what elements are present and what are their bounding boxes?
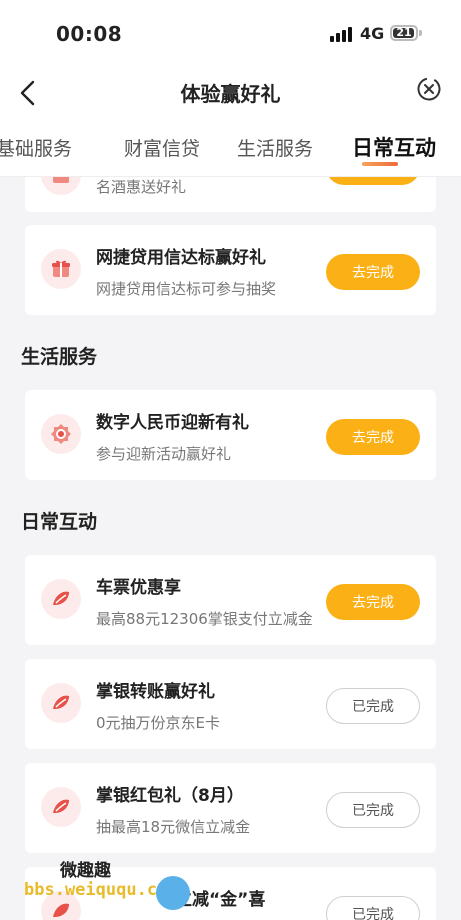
go-complete-button[interactable] bbox=[326, 177, 420, 185]
battery-icon: 21 bbox=[390, 25, 418, 41]
watermark-name: 微趣趣 bbox=[60, 861, 111, 881]
feather-icon bbox=[41, 579, 81, 619]
list-item: 掌银红包礼（8月） 抽最高18元微信立减金 已完成 bbox=[25, 763, 436, 853]
tab-wealth-credit[interactable]: 财富信贷 bbox=[124, 134, 200, 161]
list-item: 掌银转账赢好礼 0元抽万份京东E卡 已完成 bbox=[25, 659, 436, 749]
completed-button[interactable]: 已完成 bbox=[326, 792, 420, 828]
tab-basic-services[interactable]: 基础服务 bbox=[0, 134, 72, 161]
card-subtitle: 名酒惠送好礼 bbox=[96, 178, 187, 196]
tab-life-services[interactable]: 生活服务 bbox=[237, 134, 313, 161]
card-subtitle: 抽最高18元微信立减金 bbox=[96, 818, 251, 836]
card-title: 掌银转账赢好礼 bbox=[96, 682, 215, 702]
watermark-avatar-icon bbox=[156, 876, 190, 910]
card-subtitle: 网捷贷用信达标可参与抽奖 bbox=[96, 280, 277, 298]
feather-icon bbox=[41, 787, 81, 827]
completed-button[interactable]: 已完成 bbox=[326, 688, 420, 724]
nav-bar: 体验赢好礼 bbox=[0, 70, 461, 116]
go-complete-button[interactable]: 去完成 bbox=[326, 419, 420, 455]
signal-icon bbox=[330, 24, 352, 42]
medal-icon bbox=[41, 414, 81, 454]
battery-tip bbox=[419, 30, 422, 36]
list-item: 数字人民币迎新有礼 参与迎新活动赢好礼 去完成 bbox=[25, 390, 436, 480]
card-subtitle: 参与迎新活动赢好礼 bbox=[96, 445, 232, 463]
completed-button[interactable]: 已完成 bbox=[326, 896, 420, 920]
task-list: 名酒惠送好礼 网捷贷用信达标赢好礼 网捷贷用信达标可参与抽奖 去完成 生活服务 … bbox=[0, 177, 461, 920]
watermark: 微趣趣 bbs.weiququ.cn bbox=[24, 852, 324, 920]
go-complete-button[interactable]: 去完成 bbox=[326, 254, 420, 290]
close-icon[interactable] bbox=[416, 76, 442, 102]
go-complete-button[interactable]: 去完成 bbox=[326, 584, 420, 620]
network-label: 4G bbox=[360, 24, 385, 43]
section-title-life: 生活服务 bbox=[21, 346, 98, 368]
category-tabs: 基础服务 财富信贷 生活服务 日常互动 bbox=[0, 116, 461, 177]
list-item: 网捷贷用信达标赢好礼 网捷贷用信达标可参与抽奖 去完成 bbox=[25, 225, 436, 315]
gift-icon bbox=[41, 249, 81, 289]
section-title-daily: 日常互动 bbox=[21, 511, 98, 533]
card-subtitle: 0元抽万份京东E卡 bbox=[96, 714, 221, 732]
list-item: 车票优惠享 最高88元12306掌银支付立减金 去完成 bbox=[25, 555, 436, 645]
feather-icon bbox=[41, 683, 81, 723]
tab-active-indicator bbox=[362, 162, 398, 166]
page-title: 体验赢好礼 bbox=[180, 82, 281, 106]
card-title: 车票优惠享 bbox=[96, 578, 181, 598]
tab-daily-interaction[interactable]: 日常互动 bbox=[352, 132, 436, 162]
card-title: 掌银红包礼（8月） bbox=[96, 786, 244, 806]
battery-level: 21 bbox=[396, 26, 412, 39]
status-time: 00:08 bbox=[56, 22, 123, 46]
card-title: 网捷贷用信达标赢好礼 bbox=[96, 248, 266, 268]
gift-icon bbox=[41, 177, 81, 195]
status-bar: 00:08 4G 21 bbox=[0, 0, 461, 70]
card-title: 数字人民币迎新有礼 bbox=[96, 413, 249, 433]
card-subtitle: 最高88元12306掌银支付立减金 bbox=[96, 610, 313, 628]
list-item: 名酒惠送好礼 bbox=[25, 177, 436, 212]
watermark-url: bbs.weiququ.cn bbox=[24, 880, 168, 900]
